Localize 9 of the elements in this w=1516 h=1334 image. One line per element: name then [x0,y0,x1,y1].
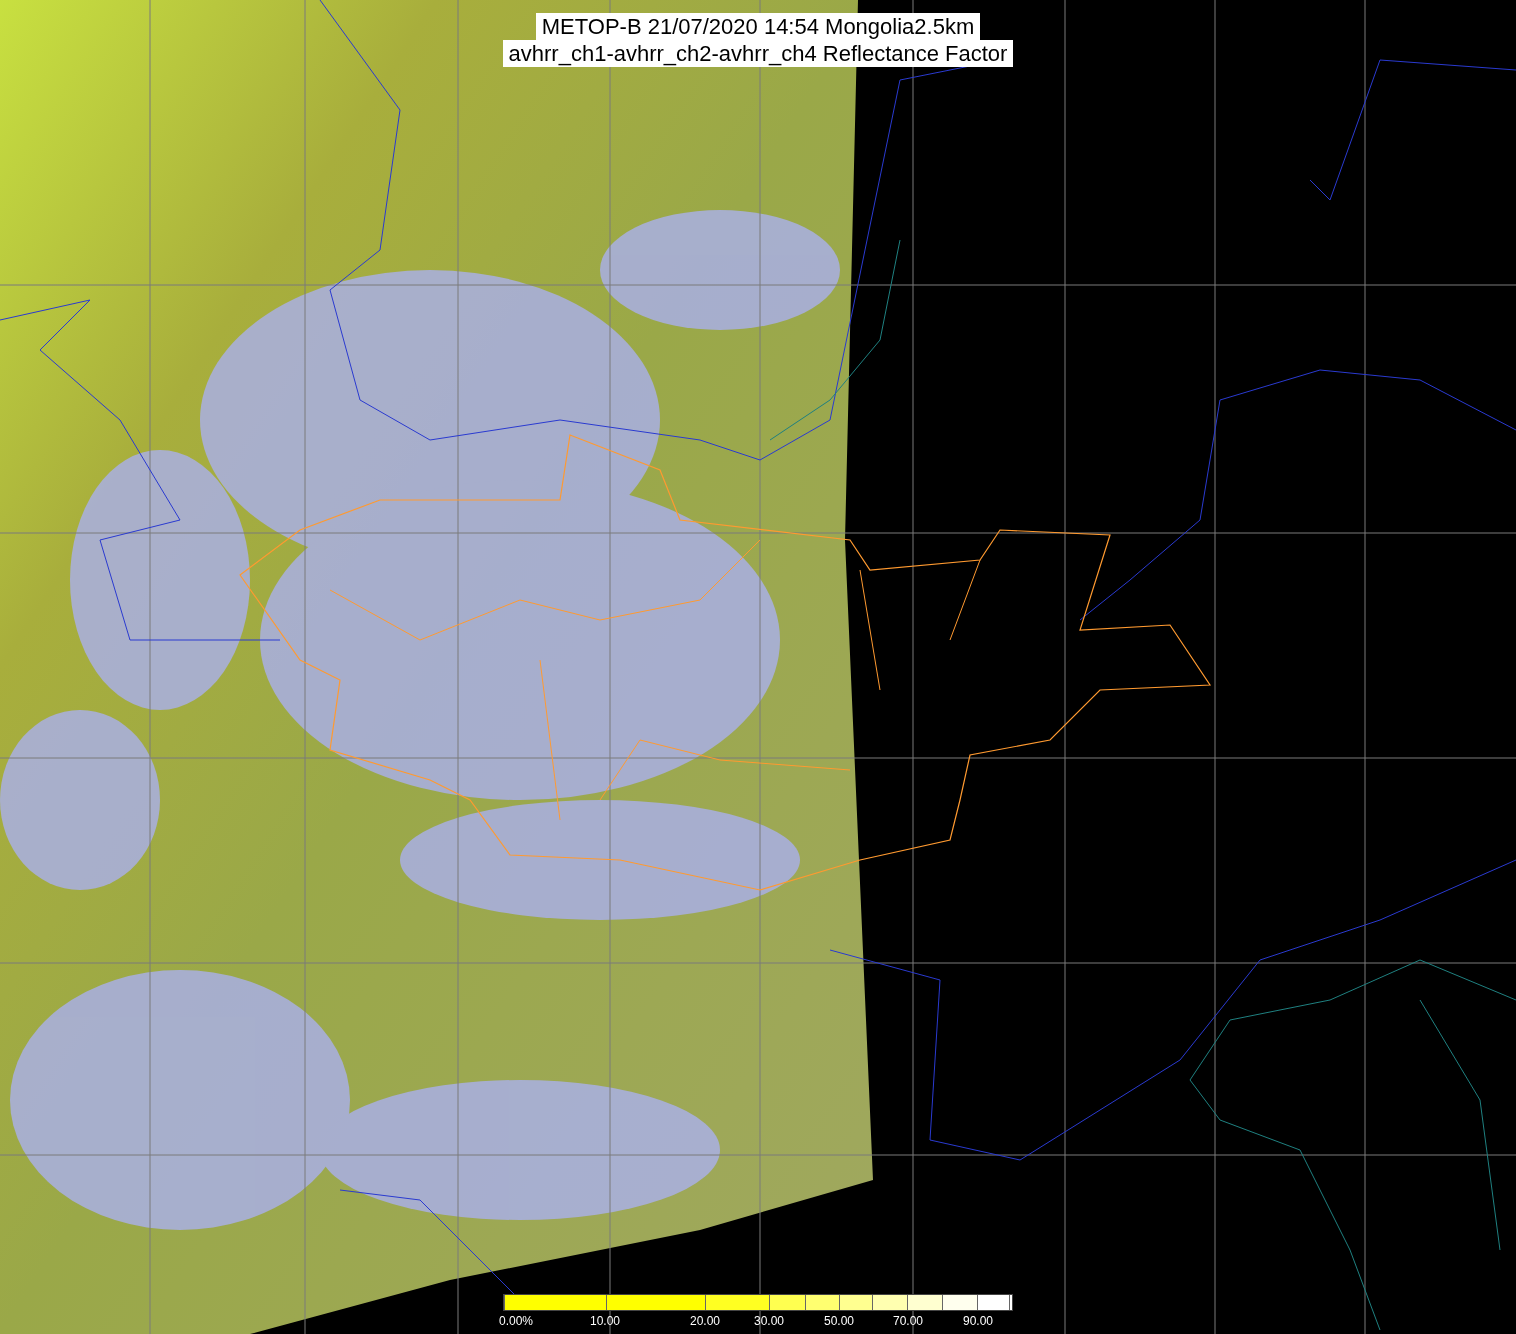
colorbar-tick-label: 30.00 [754,1313,784,1329]
colorbar-tick-label: 10.00 [590,1313,620,1329]
colorbar-tick-label: 20.00 [690,1313,720,1329]
map-title: METOP-B 21/07/2020 14:54 Mongolia2.5km [535,13,981,40]
map-title: avhrr_ch1-avhrr_ch2-avhrr_ch4 Reflectance Factor [502,40,1014,67]
colorbar-tick-label: 90.00 [963,1313,993,1329]
colorbar-tick-label: 70.00 [893,1313,923,1329]
colorbar-tick-label: 50.00 [824,1313,854,1329]
colorbar-tick-label: 0.00% [499,1313,534,1329]
